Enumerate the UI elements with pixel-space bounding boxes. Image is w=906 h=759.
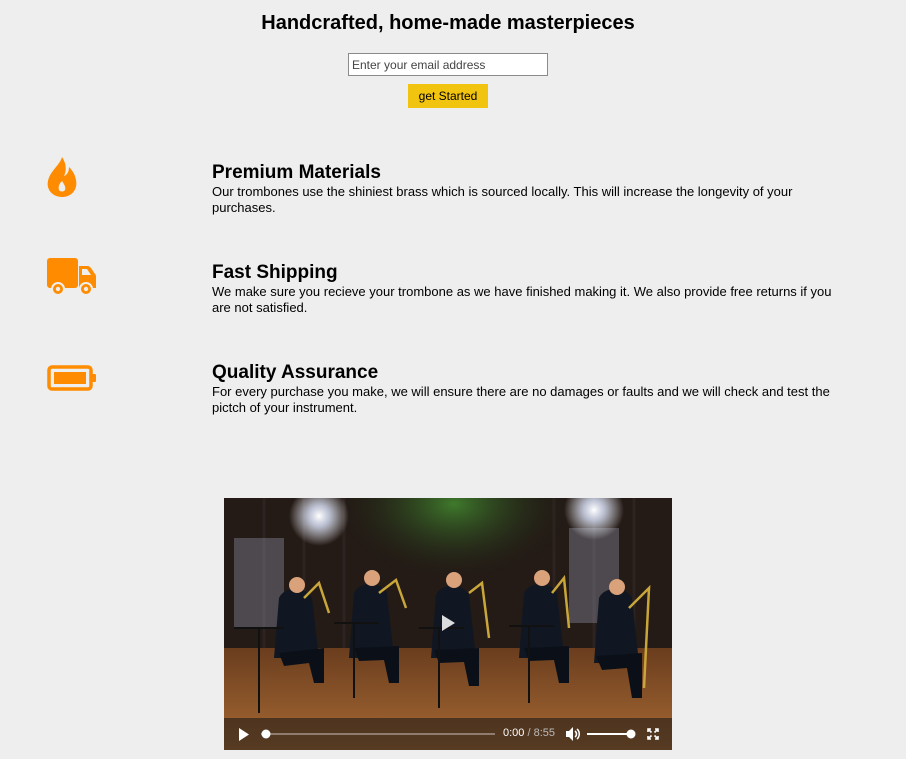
video-player[interactable]: 0:00 / 8:55 [224,498,672,750]
duration: 8:55 [533,727,556,739]
play-overlay-icon[interactable] [437,612,459,634]
play-icon[interactable] [238,728,250,741]
video-controls: 0:00 / 8:55 [224,718,672,750]
volume-icon[interactable] [566,727,581,741]
feature-title: Fast Shipping [212,262,338,283]
time-display: 0:00 / 8:55 [503,727,555,739]
feature-description: Our trombones use the shiniest brass whi… [212,184,793,215]
feature-title: Premium Materials [212,162,381,183]
progress-slider[interactable] [261,729,495,739]
feature-description: For every purchase you make, we will ens… [212,384,830,415]
feature-quality-assurance: Quality Assurance For every purchase you… [212,362,852,416]
get-started-button[interactable]: get Started [408,84,488,108]
feature-fast-shipping: Fast Shipping We make sure you recieve y… [212,262,852,316]
page-title: Handcrafted, home-made masterpieces [261,12,635,34]
current-time: 0:00 [503,727,525,739]
feature-description: We make sure you recieve your trombone a… [212,284,832,315]
email-field[interactable] [348,53,548,76]
fire-icon [47,157,77,202]
fullscreen-icon[interactable] [647,728,659,740]
feature-title: Quality Assurance [212,362,379,383]
feature-premium-materials: Premium Materials Our trombones use the … [212,162,852,216]
volume-slider[interactable] [587,729,637,739]
time-separator: / [524,727,534,739]
truck-icon [47,258,97,303]
progress-knob[interactable] [261,729,271,739]
volume-knob[interactable] [626,729,636,739]
battery-icon [47,365,97,396]
